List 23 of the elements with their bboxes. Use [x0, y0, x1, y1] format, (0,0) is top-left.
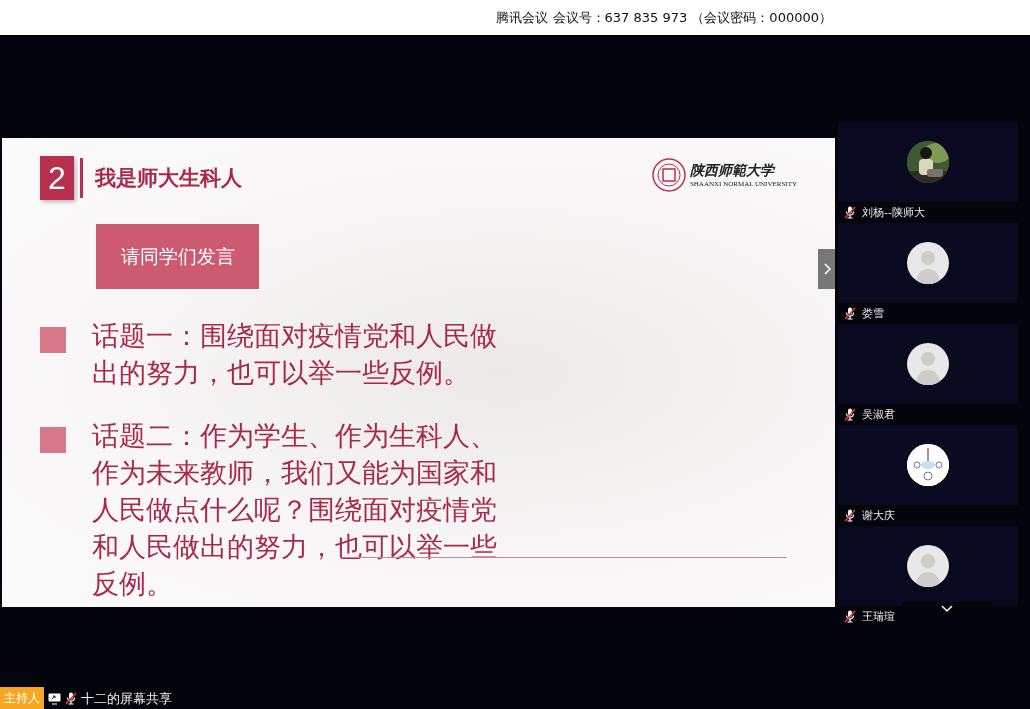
bullet-square — [40, 427, 66, 453]
participant-name: 王瑞瑄 — [862, 609, 895, 624]
call-to-action-banner: 请同学们发言 — [96, 224, 259, 289]
host-badge: 主持人 — [0, 687, 44, 709]
topic-text: 话题一：围绕面对疫情党和人民做出的努力，也可以举一些反例。 — [92, 319, 497, 390]
meeting-info: 腾讯会议 会议号：637 835 973 （会议密码：000000） — [496, 8, 832, 27]
default-avatar-icon — [907, 343, 949, 385]
bullet-square — [40, 327, 66, 353]
chevron-right-icon — [822, 263, 831, 275]
expand-panel-button[interactable] — [818, 249, 835, 289]
participant-name: 吴淑君 — [862, 407, 895, 422]
participant-name: 娄雪 — [862, 306, 884, 321]
default-avatar-icon — [907, 545, 949, 587]
screen-share-icon — [48, 692, 61, 705]
chevron-down-icon — [941, 605, 953, 613]
slide-heading: 我是师大生科人 — [95, 165, 242, 192]
university-name: 陕西师範大学 — [689, 162, 777, 180]
screen-share-label: 十二的屏幕共享 — [81, 689, 172, 708]
participant-name: 谢大庆 — [862, 508, 895, 523]
section-number: 2 — [40, 156, 74, 200]
default-avatar-icon — [907, 242, 949, 284]
seal-icon — [651, 158, 686, 192]
participant-name: 刘杨--陕师大 — [862, 205, 925, 220]
